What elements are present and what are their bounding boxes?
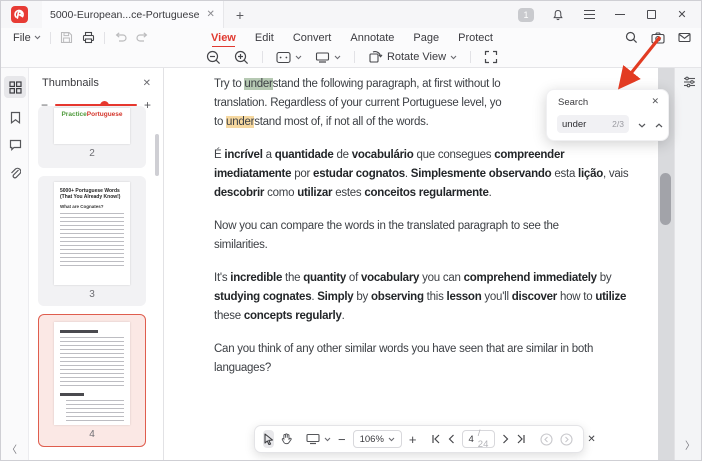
page-settings-icon[interactable] <box>683 75 696 93</box>
thumbnail-2-logo: PracticePortuguese <box>61 111 123 118</box>
thumbnail-page-3[interactable]: 5000+ Portuguese Words (That You Already… <box>38 176 146 306</box>
last-page-icon[interactable] <box>516 430 526 448</box>
search-query: under <box>562 118 587 130</box>
thumbnail-page-number: 4 <box>89 429 95 440</box>
title-bar: 5000-European...ce-Portuguese ✕ + 1 ✕ <box>1 1 701 28</box>
toolbar-close-icon[interactable]: ✕ <box>587 430 595 448</box>
thumbnail-3-heading: 5000+ Portuguese Words (That You Already… <box>60 188 121 200</box>
thumbnail-page-number: 3 <box>89 289 95 300</box>
fullscreen-icon[interactable] <box>484 50 498 64</box>
tab-close-icon[interactable]: ✕ <box>206 9 214 20</box>
new-tab-icon[interactable]: + <box>236 7 244 23</box>
search-popup: Search ✕ under 2/3 <box>546 89 669 141</box>
next-page-icon[interactable] <box>502 430 509 448</box>
zoom-increase-icon[interactable]: + <box>409 430 417 448</box>
first-page-icon[interactable] <box>431 430 441 448</box>
thumbnail-page-4-selected[interactable]: 4 <box>38 314 146 447</box>
menu-bar: File View Edit Convert Annotate Page Pro… <box>1 28 701 48</box>
notification-bell-icon[interactable] <box>551 8 565 22</box>
app-window: 5000-European...ce-Portuguese ✕ + 1 ✕ Fi… <box>0 0 702 461</box>
zoom-level-dropdown[interactable]: 106% <box>352 430 402 448</box>
right-side-panel: 〉 <box>674 68 701 460</box>
document-tab[interactable]: 5000-European...ce-Portuguese ✕ <box>42 1 224 28</box>
current-page: 4 <box>468 433 474 445</box>
search-close-icon[interactable]: ✕ <box>651 96 659 107</box>
thumbnails-grid-icon[interactable] <box>4 76 26 98</box>
window-close-icon[interactable]: ✕ <box>675 8 689 22</box>
tab-title: 5000-European...ce-Portuguese <box>50 8 200 21</box>
search-next-icon[interactable] <box>635 119 649 131</box>
search-prev-icon[interactable] <box>652 119 666 131</box>
prev-page-icon[interactable] <box>448 430 455 448</box>
search-icon[interactable] <box>625 31 638 44</box>
chevron-down-icon <box>388 437 395 441</box>
document-scrollbar-thumb[interactable] <box>660 173 671 225</box>
thumbnails-panel-title: Thumbnails <box>42 77 99 89</box>
tab-view[interactable]: View <box>211 32 236 48</box>
search-input[interactable]: under 2/3 <box>557 115 629 133</box>
attachment-icon[interactable] <box>4 162 26 184</box>
expand-right-panel-icon[interactable]: 〉 <box>685 437 695 452</box>
hand-pan-icon[interactable] <box>281 430 292 448</box>
chevron-down-icon <box>295 55 302 59</box>
pdfelement-logo <box>11 6 28 23</box>
floating-page-toolbar: − 106% + 4 / 24 ✕ <box>254 425 596 453</box>
collapse-sidebar-icon[interactable]: 〈 <box>7 441 17 456</box>
mail-icon[interactable] <box>678 32 691 43</box>
reading-view-button[interactable] <box>315 51 341 64</box>
left-icon-strip: 〈 <box>1 68 29 460</box>
divider <box>353 51 355 63</box>
rotate-view-button[interactable]: Rotate View <box>368 50 457 64</box>
page-number-input[interactable]: 4 / 24 <box>461 428 496 450</box>
window-menu-icon[interactable] <box>582 8 596 22</box>
tab-protect[interactable]: Protect <box>458 32 493 44</box>
view-mode-button[interactable] <box>306 433 331 445</box>
thumbnails-close-icon[interactable]: ✕ <box>143 78 151 89</box>
tab-page[interactable]: Page <box>413 32 439 44</box>
maximize-icon[interactable] <box>644 8 658 22</box>
fit-width-button[interactable] <box>276 51 302 64</box>
notification-badge[interactable]: 1 <box>518 7 534 22</box>
search-match-counter: 2/3 <box>612 119 624 129</box>
tab-convert[interactable]: Convert <box>293 32 332 44</box>
thumbnail-page-2[interactable]: PracticePortuguese 2 <box>38 106 146 168</box>
main-menu: View Edit Convert Annotate Page Protect <box>1 28 701 48</box>
reading-view-icon <box>306 433 320 445</box>
bookmark-icon[interactable] <box>4 106 26 128</box>
thumbnail-scrollbar[interactable] <box>155 134 159 176</box>
chevron-down-icon <box>450 55 457 59</box>
total-pages: / 24 <box>477 428 489 450</box>
select-cursor-icon[interactable] <box>263 430 274 448</box>
history-forward-icon[interactable] <box>560 430 573 448</box>
chevron-down-icon <box>324 437 331 441</box>
screenshot-camera-icon[interactable] <box>651 31 665 44</box>
rotate-view-icon <box>369 51 383 63</box>
search-popup-label: Search <box>558 97 589 108</box>
reading-view-icon <box>315 51 329 63</box>
tab-edit[interactable]: Edit <box>255 32 274 44</box>
comment-icon[interactable] <box>4 134 26 156</box>
divider <box>261 51 263 63</box>
zoom-out-icon[interactable] <box>206 50 221 65</box>
zoom-in-icon[interactable] <box>234 50 249 65</box>
fit-width-icon <box>276 51 291 63</box>
history-back-icon[interactable] <box>540 430 553 448</box>
tab-annotate[interactable]: Annotate <box>350 32 394 44</box>
minimize-icon[interactable] <box>613 8 627 22</box>
chevron-down-icon <box>334 55 341 59</box>
thumbnails-panel: Thumbnails ✕ − + PracticePortuguese 2 50… <box>29 68 164 460</box>
thumbnail-page-number: 2 <box>89 148 95 159</box>
zoom-decrease-icon[interactable]: − <box>338 430 346 448</box>
zoom-level-value: 106% <box>359 433 384 445</box>
thumbnail-3-subheading: What are Cognates? <box>60 204 104 209</box>
divider <box>470 51 472 63</box>
view-toolbar: Rotate View <box>1 47 701 68</box>
